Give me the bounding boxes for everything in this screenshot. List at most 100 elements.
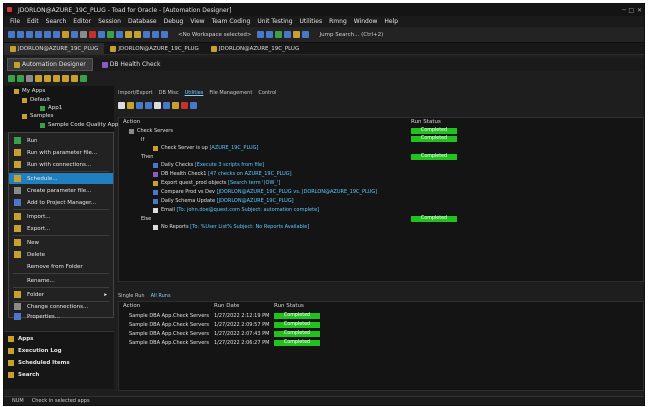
new-connection-icon[interactable] — [8, 31, 15, 38]
import-icon[interactable] — [53, 74, 60, 82]
favorites-icon[interactable] — [293, 31, 301, 38]
menu-item-new[interactable]: New — [9, 237, 113, 248]
settings-icon[interactable] — [80, 31, 87, 38]
tab-single-run[interactable]: Single Run — [118, 293, 145, 299]
project-icon[interactable] — [116, 31, 123, 38]
run-row-action[interactable]: Sample DBA App.Check Servers — [129, 313, 209, 319]
menu-item-schedule[interactable]: Schedule... — [9, 173, 113, 184]
menu-session[interactable]: Session — [98, 18, 121, 25]
lock-icon[interactable] — [125, 31, 132, 38]
menu-edit[interactable]: Edit — [27, 18, 39, 25]
folder-icon[interactable] — [62, 31, 69, 38]
key-icon[interactable] — [134, 31, 141, 38]
menu-team-coding[interactable]: Team Coding — [212, 18, 251, 25]
step-if[interactable]: If — [141, 137, 144, 143]
tab-all-runs[interactable]: All Runs — [151, 293, 171, 299]
run-row-action[interactable]: Sample DBA App.Check Servers — [129, 331, 209, 337]
menu-item-rename[interactable]: Rename... — [9, 275, 113, 286]
step-then[interactable]: Then — [141, 154, 153, 160]
tab-utilities[interactable]: Utilities — [185, 90, 204, 96]
menu-item-folder[interactable]: Folder ▸ — [9, 289, 113, 300]
menu-item-run[interactable]: Run — [9, 135, 113, 146]
menu-item-run-with-params[interactable]: Run with parameter file... — [9, 147, 113, 158]
export-icon[interactable] — [161, 31, 168, 38]
menu-item-run-with-connections[interactable]: Run with connections... — [9, 159, 113, 170]
tree-node-samples[interactable]: Samples — [30, 113, 54, 119]
run-step-icon[interactable] — [17, 74, 24, 82]
table-icon[interactable] — [53, 31, 60, 38]
menu-debug[interactable]: Debug — [164, 18, 184, 25]
menu-rmng[interactable]: Rmng — [329, 18, 347, 25]
step-db-health-check[interactable]: DB Health Check1 [47 checks on AZURE_19C… — [161, 171, 292, 177]
menu-item-export[interactable]: Export... — [9, 223, 113, 234]
minimize-button[interactable]: ─ — [622, 7, 626, 14]
menu-database[interactable]: Database — [128, 18, 157, 25]
maximize-button[interactable]: □ — [628, 7, 634, 14]
compare-icon[interactable] — [152, 31, 159, 38]
run-app-icon[interactable] — [8, 74, 15, 82]
nav-execution-log[interactable]: Execution Log — [8, 348, 62, 354]
menu-item-properties[interactable]: Properties... — [9, 311, 113, 322]
menu-search[interactable]: Search — [46, 18, 67, 25]
step-no-reports[interactable]: No Reports [To: %User List% Subject: No … — [161, 224, 309, 230]
workspace-settings-icon[interactable] — [284, 31, 292, 38]
menu-help[interactable]: Help — [384, 18, 398, 25]
nav-scheduled-items[interactable]: Scheduled Items — [8, 360, 70, 366]
connection-tab[interactable]: JDORLON@AZURE_19C_PLUG — [4, 43, 105, 54]
tab-import-export[interactable]: Import/Export — [118, 90, 153, 96]
menu-file[interactable]: File — [10, 18, 20, 25]
editor-icon[interactable] — [17, 31, 24, 38]
nav-search[interactable]: Search — [8, 372, 39, 378]
tree-node-app1[interactable]: App1 — [48, 105, 62, 111]
menu-editor[interactable]: Editor — [73, 18, 91, 25]
action-icon[interactable] — [118, 101, 125, 109]
action-icon[interactable] — [181, 101, 188, 109]
pause-icon[interactable] — [26, 74, 33, 82]
action-icon[interactable] — [136, 101, 143, 109]
action-icon[interactable] — [172, 101, 179, 109]
stop-icon[interactable] — [89, 31, 96, 38]
layout-icon[interactable] — [302, 31, 310, 38]
new-folder-icon[interactable] — [44, 74, 51, 82]
session-browser-icon[interactable] — [35, 31, 42, 38]
close-button[interactable]: ✕ — [637, 7, 642, 14]
action-icon[interactable] — [127, 101, 134, 109]
action-icon[interactable] — [154, 101, 161, 109]
team-icon[interactable] — [143, 31, 150, 38]
menu-window[interactable]: Window — [354, 18, 378, 25]
workspace-open-icon[interactable] — [275, 31, 283, 38]
refresh-icon[interactable] — [80, 74, 87, 82]
report-icon[interactable] — [71, 31, 78, 38]
menu-utilities[interactable]: Utilities — [300, 18, 323, 25]
action-icon[interactable] — [190, 101, 197, 109]
tree-node-sample-code-quality[interactable]: Sample Code Quality App — [48, 122, 118, 128]
step-check-server-up[interactable]: Check Server is up [AZURE_19C_PLUG] — [161, 145, 258, 151]
step-email[interactable]: Email [To: john.doe@quest.com Subject: a… — [161, 207, 319, 213]
workspace-icon[interactable] — [257, 31, 265, 38]
menu-item-import[interactable]: Import... — [9, 211, 113, 222]
run-row-action[interactable]: Sample DBA App.Check Servers — [129, 322, 209, 328]
run-icon[interactable] — [107, 31, 114, 38]
grid-icon[interactable] — [44, 31, 51, 38]
action-icon[interactable] — [145, 101, 152, 109]
schedule-icon[interactable] — [71, 74, 78, 82]
menu-view[interactable]: View — [190, 18, 204, 25]
tab-automation-designer[interactable]: Automation Designer — [7, 58, 93, 71]
workspace-save-icon[interactable] — [266, 31, 274, 38]
tab-db-misc[interactable]: DB Misc — [159, 90, 179, 96]
step-daily-checks[interactable]: Daily Checks [Execute 3 scripts from fil… — [161, 162, 264, 168]
chart-icon[interactable] — [98, 31, 105, 38]
action-icon[interactable] — [163, 101, 170, 109]
step-daily-schema[interactable]: Daily Schema Update [JDORLON@AZURE_19C_P… — [161, 198, 294, 204]
jump-search-input[interactable]: Jump Search... (Ctrl+2) — [319, 32, 383, 38]
export-icon[interactable] — [62, 74, 69, 82]
menu-item-add-to-project-manager[interactable]: Add to Project Manager... — [9, 197, 113, 208]
new-app-icon[interactable] — [35, 74, 42, 82]
nav-apps[interactable]: Apps — [8, 336, 33, 342]
step-compare[interactable]: Compare Prod vs Dev [JDORLON@AZURE_19C_P… — [161, 189, 377, 195]
connection-tab[interactable]: JDORLON@AZURE_19C_PLUG — [205, 43, 305, 54]
menu-item-create-param-file[interactable]: Create parameter file... — [9, 185, 113, 196]
step-check-servers[interactable]: Check Servers — [137, 128, 173, 134]
schema-browser-icon[interactable] — [26, 31, 33, 38]
run-row-action[interactable]: Sample DBA App.Check Servers — [129, 340, 209, 346]
